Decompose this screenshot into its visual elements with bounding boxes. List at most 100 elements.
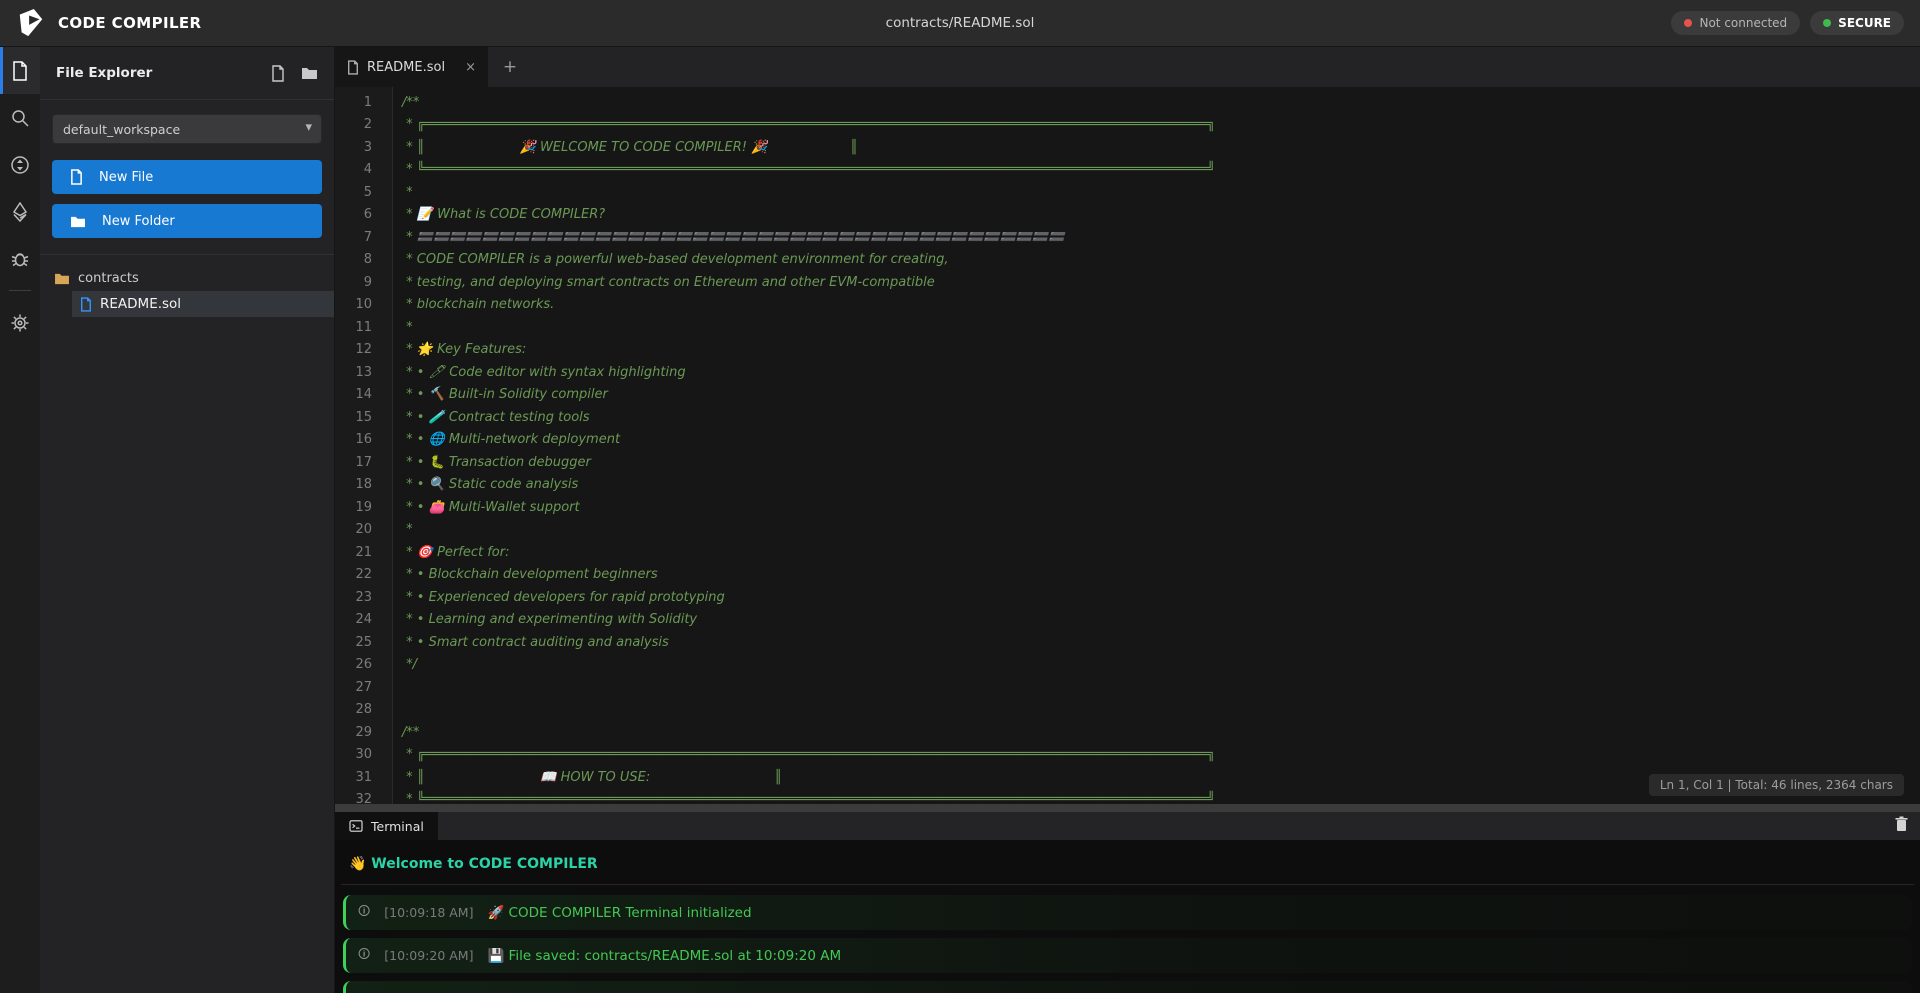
line-number: 4 <box>335 162 392 177</box>
activity-bar <box>0 47 40 993</box>
code-text: * ║ 🎉 WELCOME TO CODE COMPILER! 🎉 ║ <box>392 140 858 155</box>
code-text: * <box>392 320 413 335</box>
new-file-icon <box>271 65 285 82</box>
code-line[interactable]: 20 * <box>335 519 1920 542</box>
line-number: 15 <box>335 410 392 425</box>
code-lines: 1/**2 * ╔═══════════════════════════════… <box>335 91 1920 804</box>
code-line[interactable]: 7 * 🟰🟰🟰🟰🟰🟰🟰🟰🟰🟰🟰🟰🟰🟰🟰🟰🟰🟰🟰🟰🟰🟰🟰🟰🟰🟰🟰🟰🟰🟰🟰🟰🟰🟰🟰🟰… <box>335 226 1920 249</box>
code-text: * 🟰🟰🟰🟰🟰🟰🟰🟰🟰🟰🟰🟰🟰🟰🟰🟰🟰🟰🟰🟰🟰🟰🟰🟰🟰🟰🟰🟰🟰🟰🟰🟰🟰🟰🟰🟰🟰🟰… <box>392 230 1064 245</box>
code-line[interactable]: 28 <box>335 699 1920 722</box>
code-line[interactable]: 30 * ╔══════════════════════════════════… <box>335 744 1920 767</box>
tab-terminal[interactable]: Terminal <box>335 812 438 840</box>
tree-item-readme-file[interactable]: README.sol <box>72 291 334 317</box>
line-number: 17 <box>335 455 392 470</box>
line-number: 21 <box>335 545 392 560</box>
gear-icon <box>10 313 30 333</box>
code-line[interactable]: 16 * • 🌐 Multi-network deployment <box>335 429 1920 452</box>
new-tab-button[interactable]: + <box>488 47 532 87</box>
editor-status-pill: Ln 1, Col 1 | Total: 46 lines, 2364 char… <box>1649 774 1904 796</box>
app-header: CODE COMPILER contracts/README.sol Not c… <box>0 0 1920 47</box>
workspace-select[interactable]: default_workspace <box>52 114 322 144</box>
sidebar-item-ethereum[interactable] <box>0 188 40 235</box>
code-line[interactable]: 1/** <box>335 91 1920 114</box>
code-text: * • 🖊 Code editor with syntax highlighti… <box>392 365 686 380</box>
terminal-content[interactable]: 👋 Welcome to CODE COMPILER 🛈[10:09:18 AM… <box>335 840 1920 993</box>
code-text: * • 👛 Multi-Wallet support <box>392 500 580 515</box>
new-file-icon-button[interactable] <box>271 65 285 82</box>
code-text: * ║ 📖 HOW TO USE: ║ <box>392 770 782 785</box>
breadcrumb-path: contracts/README.sol <box>0 15 1920 31</box>
code-line[interactable]: 29/** <box>335 721 1920 744</box>
code-text: * CODE COMPILER is a powerful web-based … <box>392 252 948 267</box>
code-line[interactable]: 8 * CODE COMPILER is a powerful web-base… <box>335 249 1920 272</box>
code-line[interactable]: 17 * • 🐛 Transaction debugger <box>335 451 1920 474</box>
code-line[interactable]: 18 * • 🔍 Static code analysis <box>335 474 1920 497</box>
code-line[interactable]: 22 * • Blockchain development beginners <box>335 564 1920 587</box>
code-line[interactable]: 23 * • Experienced developers for rapid … <box>335 586 1920 609</box>
line-number: 26 <box>335 657 392 672</box>
line-number: 8 <box>335 252 392 267</box>
line-number: 10 <box>335 297 392 312</box>
file-tree: contracts README.sol <box>40 255 334 317</box>
code-text: * • 🔍 Static code analysis <box>392 477 578 492</box>
code-text: * • Blockchain development beginners <box>392 567 658 582</box>
line-number: 11 <box>335 320 392 335</box>
code-line[interactable]: 25 * • Smart contract auditing and analy… <box>335 631 1920 654</box>
editor-region: README.sol × + 1/**2 * ╔════════════════… <box>335 47 1920 804</box>
clear-terminal-button[interactable] <box>1895 816 1908 835</box>
ethereum-icon <box>12 202 28 222</box>
code-line[interactable]: 6 * 📝 What is CODE COMPILER? <box>335 204 1920 227</box>
entry-message: 💾 File saved: contracts/README.sol at 10… <box>487 948 841 964</box>
code-line[interactable]: 27 <box>335 676 1920 699</box>
new-folder-icon-button[interactable] <box>301 65 318 82</box>
line-number: 19 <box>335 500 392 515</box>
file-icon <box>11 61 29 81</box>
editor-terminal-splitter[interactable] <box>335 804 1920 812</box>
code-line[interactable]: 24 * • Learning and experimenting with S… <box>335 609 1920 632</box>
code-line[interactable]: 5 * <box>335 181 1920 204</box>
code-text: * • Learning and experimenting with Soli… <box>392 612 697 627</box>
sidebar-item-compile-deploy[interactable] <box>0 141 40 188</box>
code-text: /** <box>392 725 419 740</box>
code-line[interactable]: 21 * 🎯 Perfect for: <box>335 541 1920 564</box>
code-text: /** <box>392 95 419 110</box>
line-number: 30 <box>335 747 392 762</box>
code-line[interactable]: 19 * • 👛 Multi-Wallet support <box>335 496 1920 519</box>
code-line[interactable]: 14 * • 🔨 Built-in Solidity compiler <box>335 384 1920 407</box>
code-line[interactable]: 26 */ <box>335 654 1920 677</box>
file-explorer-panel: File Explorer default_ <box>40 47 335 993</box>
app-window: CODE COMPILER contracts/README.sol Not c… <box>0 0 1920 993</box>
sidebar-item-search[interactable] <box>0 94 40 141</box>
tab-close-icon[interactable]: × <box>465 60 476 75</box>
code-line[interactable]: 15 * • 🧪 Contract testing tools <box>335 406 1920 429</box>
code-line[interactable]: 13 * • 🖊 Code editor with syntax highlig… <box>335 361 1920 384</box>
new-folder-button[interactable]: New Folder <box>52 204 322 238</box>
app-title: CODE COMPILER <box>58 14 202 32</box>
folder-icon <box>70 215 86 228</box>
sidebar-item-debug[interactable] <box>0 235 40 282</box>
code-editor[interactable]: 1/**2 * ╔═══════════════════════════════… <box>335 87 1920 804</box>
line-number: 12 <box>335 342 392 357</box>
code-text: * testing, and deploying smart contracts… <box>392 275 935 290</box>
tab-readme[interactable]: README.sol × <box>335 47 488 87</box>
code-line[interactable]: 2 * ╔═══════════════════════════════════… <box>335 114 1920 137</box>
line-number: 22 <box>335 567 392 582</box>
sidebar-item-files[interactable] <box>0 47 40 94</box>
code-text: * • Smart contract auditing and analysis <box>392 635 669 650</box>
sidebar-item-settings[interactable] <box>0 299 40 346</box>
entry-info-icon: 🛈 <box>358 945 370 966</box>
code-line[interactable]: 4 * ╚═══════════════════════════════════… <box>335 159 1920 182</box>
green-status-dot-icon <box>1823 19 1831 27</box>
entry-timestamp: [10:09:20 AM] <box>384 948 473 963</box>
code-line[interactable]: 3 * ║ 🎉 WELCOME TO CODE COMPILER! 🎉 ║ <box>335 136 1920 159</box>
entry-timestamp: [10:09:18 AM] <box>384 905 473 920</box>
header-status-badges: Not connected SECURE <box>1671 11 1904 35</box>
tree-item-contracts-folder[interactable]: contracts <box>40 265 334 291</box>
code-line[interactable]: 9 * testing, and deploying smart contrac… <box>335 271 1920 294</box>
new-file-button[interactable]: New File <box>52 160 322 194</box>
line-number: 3 <box>335 140 392 155</box>
code-line[interactable]: 11 * <box>335 316 1920 339</box>
code-line[interactable]: 12 * 🌟 Key Features: <box>335 339 1920 362</box>
code-line[interactable]: 10 * blockchain networks. <box>335 294 1920 317</box>
code-text: */ <box>392 657 417 672</box>
